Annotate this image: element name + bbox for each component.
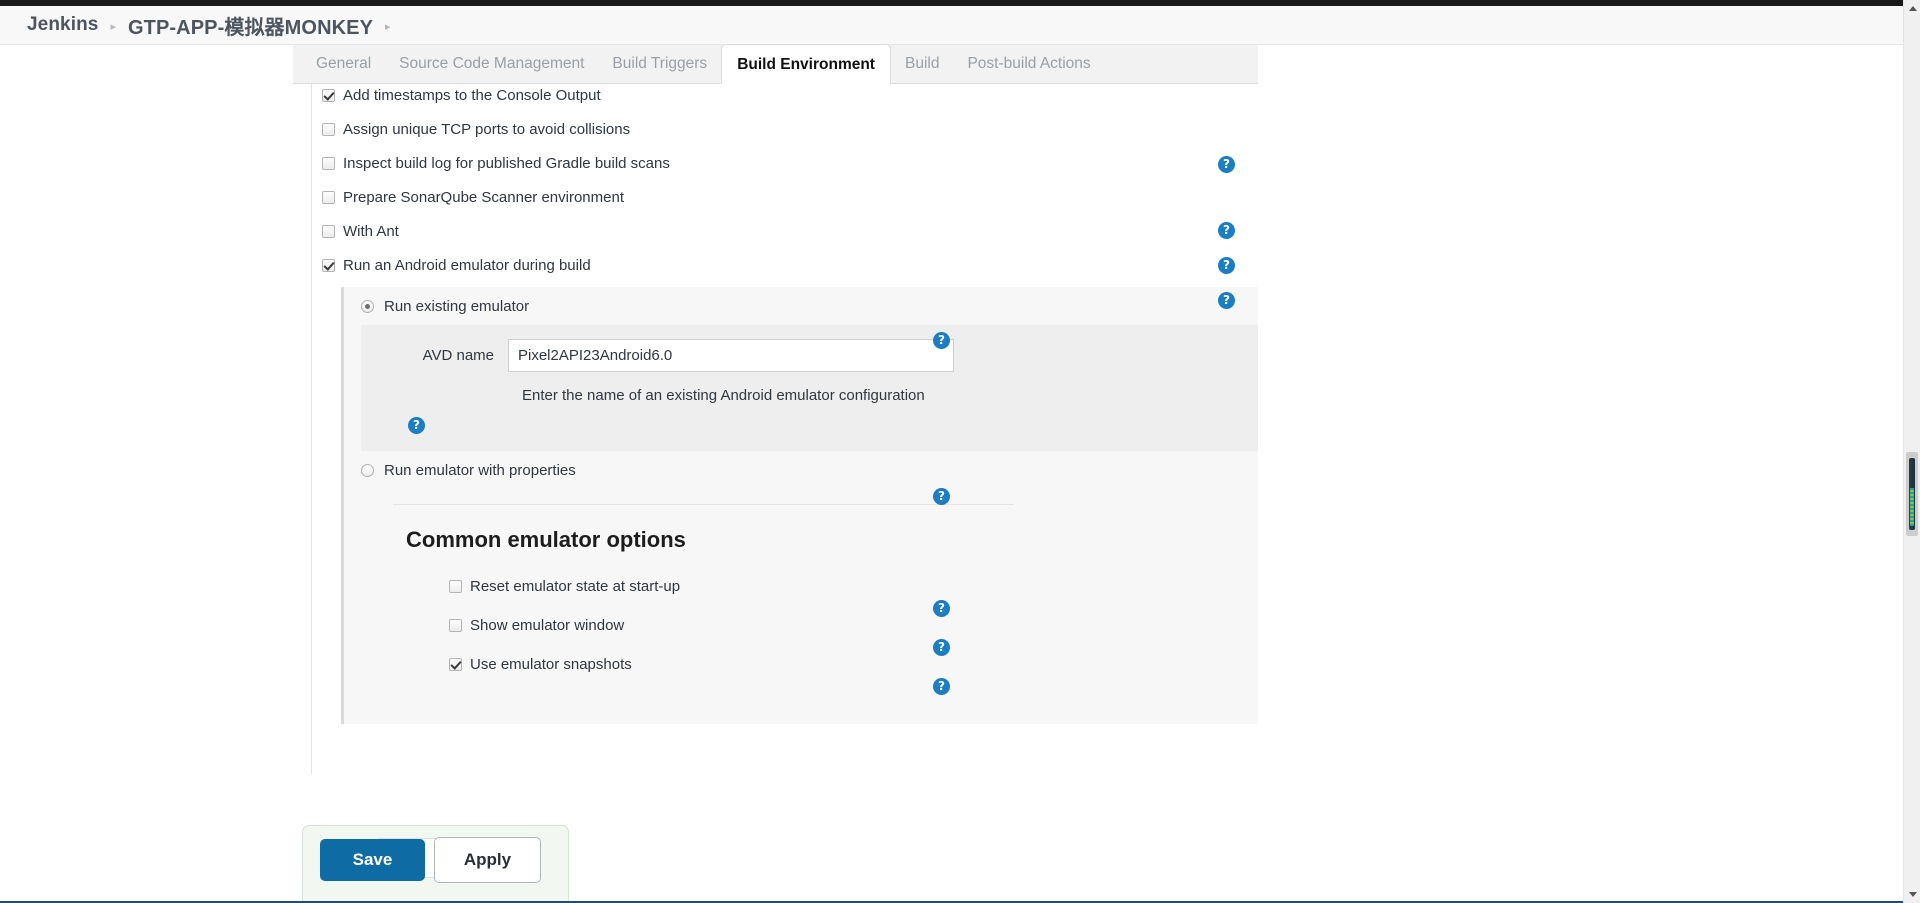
breadcrumb-separator-2-icon: ▸ <box>385 20 391 33</box>
help-icon-use-emulator-snapshots[interactable]: ? <box>933 678 950 695</box>
radio-row-run-existing-emulator[interactable]: Run existing emulator <box>344 287 1258 325</box>
apply-button[interactable]: Apply <box>434 837 541 883</box>
option-label-inspect-gradle-scans: Inspect build log for published Gradle b… <box>343 154 670 172</box>
common-emulator-options-heading: Common emulator options <box>406 527 686 552</box>
option-row-sonarqube[interactable]: Prepare SonarQube Scanner environment <box>311 180 1258 214</box>
option-label-assign-tcp-ports: Assign unique TCP ports to avoid collisi… <box>343 120 631 138</box>
radio-label-run-existing-emulator: Run existing emulator <box>384 297 530 315</box>
avd-name-input[interactable] <box>508 339 954 372</box>
checkbox-with-ant[interactable] <box>322 224 335 238</box>
tab-general[interactable]: General <box>302 44 385 83</box>
help-icon-avd-name[interactable]: ? <box>408 417 425 434</box>
scrollbar-thumb[interactable] <box>1906 452 1918 536</box>
radio-label-run-emulator-with-properties: Run emulator with properties <box>384 461 576 479</box>
option-label-use-emulator-snapshots: Use emulator snapshots <box>470 656 632 673</box>
radio-run-existing-emulator[interactable] <box>361 299 374 313</box>
option-row-inspect-gradle-scans[interactable]: Inspect build log for published Gradle b… <box>311 146 1258 180</box>
option-row-add-timestamps[interactable]: Add timestamps to the Console Output <box>311 84 1258 112</box>
tab-build-environment[interactable]: Build Environment <box>721 44 891 84</box>
option-row-run-android-emulator[interactable]: Run an Android emulator during build <box>311 248 1258 282</box>
help-icon-with-ant[interactable]: ? <box>1218 257 1235 274</box>
option-label-sonarqube: Prepare SonarQube Scanner environment <box>343 188 625 206</box>
help-icon-reset-emulator-state[interactable]: ? <box>933 600 950 617</box>
vertical-scrollbar[interactable] <box>1903 0 1920 903</box>
page-left-gutter <box>0 46 293 901</box>
breadcrumb-job-link[interactable]: GTP-APP-模拟器MONKEY <box>128 11 373 40</box>
checkbox-reset-emulator-state[interactable] <box>449 580 462 593</box>
avd-name-hint: Enter the name of an existing Android em… <box>522 387 925 404</box>
checkbox-assign-tcp-ports[interactable] <box>322 122 335 136</box>
section-divider <box>393 504 1014 505</box>
radio-run-emulator-with-properties[interactable] <box>361 463 374 477</box>
checkbox-run-android-emulator[interactable] <box>322 258 335 272</box>
avd-help-wrapper: ? <box>408 417 1258 435</box>
breadcrumb-jenkins-link[interactable]: Jenkins <box>27 14 98 36</box>
option-row-reset-emulator-state[interactable]: Reset emulator state at start-up <box>344 567 1258 606</box>
option-row-assign-tcp-ports[interactable]: Assign unique TCP ports to avoid collisi… <box>311 112 1258 146</box>
scroll-up-arrow-icon[interactable] <box>1904 0 1920 17</box>
option-label-add-timestamps: Add timestamps to the Console Output <box>343 86 601 104</box>
build-environment-form: Add timestamps to the Console Output Ass… <box>293 84 1258 774</box>
emulator-config-panel: Run existing emulator AVD name Enter the… <box>341 287 1258 724</box>
tab-post-build-actions[interactable]: Post-build Actions <box>953 44 1104 83</box>
tab-build-triggers[interactable]: Build Triggers <box>598 44 721 83</box>
option-label-reset-emulator-state: Reset emulator state at start-up <box>470 578 681 595</box>
help-icon-run-with-properties[interactable]: ? <box>933 488 950 505</box>
breadcrumb-separator-icon: ▸ <box>110 20 116 33</box>
checkbox-inspect-gradle-scans[interactable] <box>322 156 335 170</box>
checkbox-use-emulator-snapshots[interactable] <box>449 658 462 671</box>
option-label-run-android-emulator: Run an Android emulator during build <box>343 256 591 274</box>
option-row-with-ant[interactable]: With Ant <box>311 214 1258 248</box>
avd-name-block: AVD name Enter the name of an existing A… <box>361 325 1258 451</box>
option-label-show-emulator-window: Show emulator window <box>470 617 625 634</box>
option-label-with-ant: With Ant <box>343 222 399 240</box>
form-action-bar: nc Save Apply <box>302 825 569 903</box>
config-panel: General Source Code Management Build Tri… <box>293 44 1258 903</box>
tab-build[interactable]: Build <box>891 44 953 83</box>
checkbox-add-timestamps[interactable] <box>322 88 335 102</box>
avd-name-label: AVD name <box>422 347 494 364</box>
option-row-show-emulator-window[interactable]: Show emulator window <box>344 606 1258 645</box>
help-icon-run-existing-emulator[interactable]: ? <box>933 332 950 349</box>
help-icon-sonarqube[interactable]: ? <box>1218 222 1235 239</box>
checkbox-sonarqube[interactable] <box>322 190 335 204</box>
save-button[interactable]: Save <box>320 839 425 881</box>
scroll-down-arrow-icon[interactable] <box>1904 886 1920 903</box>
breadcrumb: Jenkins ▸ GTP-APP-模拟器MONKEY ▸ <box>0 6 1906 45</box>
radio-row-run-emulator-with-properties[interactable]: Run emulator with properties <box>344 451 1258 489</box>
checkbox-show-emulator-window[interactable] <box>449 619 462 632</box>
scrollbar-thumb-stripe <box>1910 488 1914 526</box>
option-row-use-emulator-snapshots[interactable]: Use emulator snapshots <box>344 645 1258 684</box>
tab-source-code-management[interactable]: Source Code Management <box>385 44 598 83</box>
help-icon-show-emulator-window[interactable]: ? <box>933 639 950 656</box>
help-icon-assign-tcp-ports[interactable]: ? <box>1218 156 1235 173</box>
help-icon-run-android-emulator[interactable]: ? <box>1218 292 1235 309</box>
config-tab-bar: General Source Code Management Build Tri… <box>293 44 1258 84</box>
